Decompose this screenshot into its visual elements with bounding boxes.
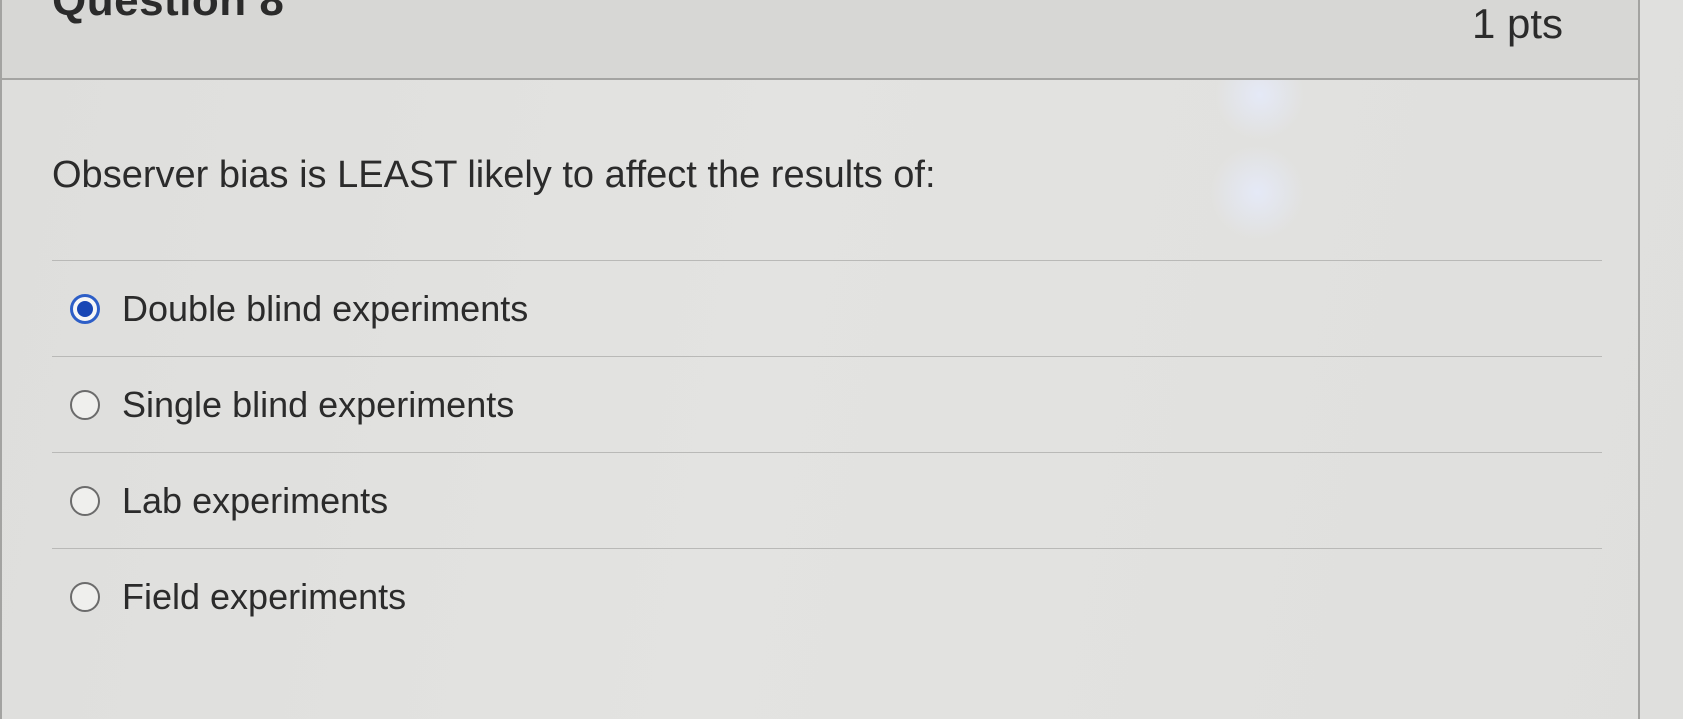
question-prompt: Observer bias is LEAST likely to affect … [52, 154, 936, 196]
radio-unselected-icon[interactable] [70, 389, 100, 420]
answer-list: Double blind experiments Single blind ex… [52, 260, 1602, 644]
question-title: Question 8 [52, 0, 285, 25]
answer-label[interactable]: Double blind experiments [122, 288, 528, 330]
answer-label[interactable]: Field experiments [122, 576, 406, 618]
answer-label[interactable]: Lab experiments [122, 480, 388, 522]
answer-label[interactable]: Single blind experiments [122, 384, 514, 426]
answer-option-lab[interactable]: Lab experiments [52, 452, 1602, 548]
answer-option-double-blind[interactable]: Double blind experiments [52, 260, 1602, 356]
answer-option-single-blind[interactable]: Single blind experiments [52, 356, 1602, 452]
radio-selected-icon[interactable] [70, 293, 100, 324]
question-header: Question 8 1 pts [2, 0, 1638, 80]
quiz-screen: Question 8 1 pts Observer bias is LEAST … [0, 0, 1683, 719]
radio-unselected-icon[interactable] [70, 485, 100, 516]
radio-unselected-icon[interactable] [70, 581, 100, 612]
answer-option-field[interactable]: Field experiments [52, 548, 1602, 644]
question-card: Question 8 1 pts Observer bias is LEAST … [0, 0, 1640, 719]
question-points: 1 pts [1471, 0, 1563, 47]
